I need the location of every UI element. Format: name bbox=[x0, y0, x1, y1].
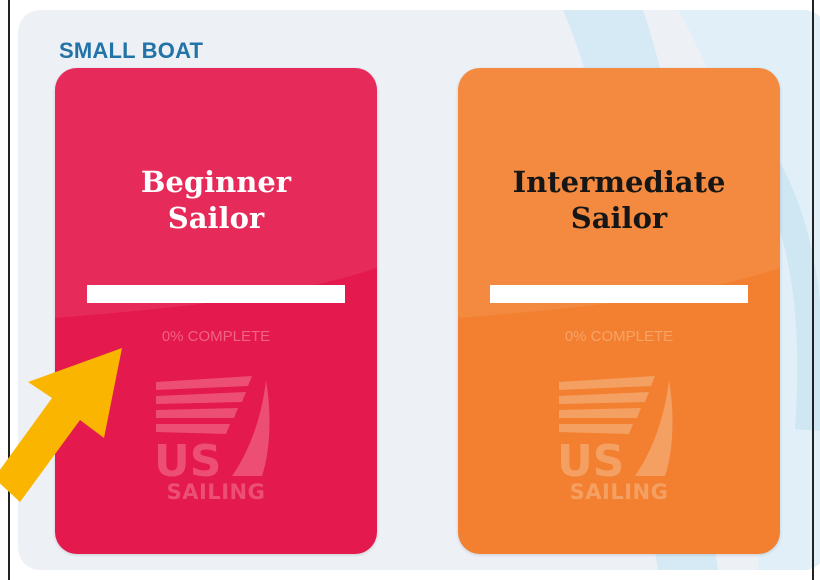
progress-bar bbox=[87, 285, 345, 303]
card-title-line-1: Intermediate bbox=[512, 165, 726, 199]
svg-text:US: US bbox=[557, 436, 624, 480]
card-title-line-2: Sailor bbox=[570, 201, 668, 235]
intermediate-sailor-card[interactable]: Intermediate Sailor 0% COMPLETE US SAILI… bbox=[458, 68, 780, 554]
progress-label: 0% COMPLETE bbox=[564, 328, 674, 345]
logo-text: SAILING bbox=[569, 480, 669, 504]
card-title: Beginner Sailor bbox=[55, 164, 377, 236]
us-sailing-logo-icon: US SAILING bbox=[557, 376, 681, 508]
us-sailing-logo-icon: US SAILING bbox=[154, 376, 278, 508]
card-title-line-2: Sailor bbox=[167, 201, 265, 235]
svg-text:US: US bbox=[154, 436, 221, 480]
section-title: SMALL BOAT bbox=[59, 38, 204, 63]
right-border-line bbox=[812, 0, 814, 580]
logo-text: SAILING bbox=[166, 480, 266, 504]
small-boat-panel: SMALL BOAT Beginner Sailor 0% COMPLETE U… bbox=[18, 10, 820, 570]
annotation-arrow-icon bbox=[0, 348, 122, 502]
progress-bar bbox=[490, 285, 748, 303]
card-title: Intermediate Sailor bbox=[458, 164, 780, 236]
card-title-line-1: Beginner bbox=[140, 165, 292, 199]
